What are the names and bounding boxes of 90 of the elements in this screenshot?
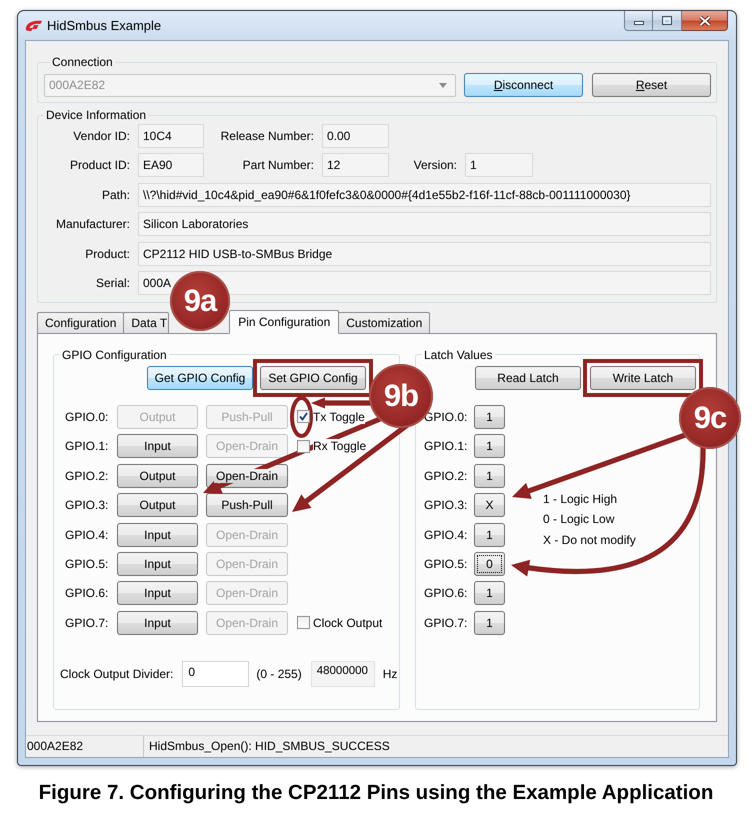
direction-button[interactable]: Input bbox=[117, 434, 198, 458]
command-button[interactable]: Set GPIO Config bbox=[260, 366, 366, 390]
read-only-field: 48000000 bbox=[310, 660, 375, 687]
close-button[interactable] bbox=[682, 11, 728, 31]
pin-label: GPIO.7: bbox=[65, 616, 110, 630]
caret-icon bbox=[439, 82, 447, 88]
field-label: Manufacturer: bbox=[54, 216, 131, 234]
pin-label: GPIO.4: bbox=[65, 528, 110, 542]
latch-value-button[interactable]: 1 bbox=[474, 581, 505, 606]
field-label: Release Number: bbox=[220, 128, 315, 145]
pin-label: GPIO.4: bbox=[424, 528, 468, 542]
pin-label: GPIO.1: bbox=[65, 439, 110, 454]
unit-text: Hz bbox=[382, 666, 398, 681]
read-only-field: 1 bbox=[465, 153, 533, 178]
checkbox-label: Tx Toggle bbox=[313, 410, 365, 424]
pin-label: GPIO.5: bbox=[65, 556, 110, 571]
tab[interactable]: Pin Configuration bbox=[229, 310, 340, 334]
direction-button[interactable]: Output bbox=[117, 493, 198, 518]
latch-value-button[interactable]: 1 bbox=[474, 464, 505, 488]
field-label: Vendor ID: bbox=[72, 128, 131, 145]
pin-label: GPIO.7: bbox=[424, 616, 468, 630]
command-button[interactable]: Write Latch bbox=[590, 366, 696, 390]
latch-value-button[interactable]: X bbox=[474, 493, 505, 518]
command-button[interactable]: Read Latch bbox=[475, 366, 581, 390]
maximize-button[interactable] bbox=[653, 11, 682, 31]
direction-button[interactable]: Input bbox=[117, 522, 198, 547]
field-label: Product ID: bbox=[68, 157, 131, 174]
latch-value-button[interactable]: 1 bbox=[474, 610, 505, 635]
checkbox[interactable] bbox=[297, 440, 310, 453]
read-only-field: 12 bbox=[322, 153, 389, 178]
check-icon bbox=[299, 412, 308, 422]
read-only-field: CP2112 HID USB-to-SMBus Bridge bbox=[138, 242, 711, 266]
tab[interactable]: Customization bbox=[338, 312, 430, 334]
pin-label: GPIO.2: bbox=[424, 468, 468, 483]
pin-label: GPIO.2: bbox=[65, 468, 110, 483]
tab[interactable]: Configuration bbox=[37, 312, 124, 334]
status-device: 000A2E82 bbox=[26, 736, 144, 757]
legend-text: X - Do not modify bbox=[543, 532, 636, 547]
pin-label: GPIO.3: bbox=[65, 498, 110, 512]
pin-label: GPIO.5: bbox=[424, 556, 468, 571]
logo-icon bbox=[25, 20, 43, 32]
command-button[interactable]: Disconnect bbox=[464, 73, 583, 97]
pin-label: GPIO.0: bbox=[65, 410, 110, 424]
legend-text: 0 - Logic Low bbox=[543, 512, 614, 526]
legend-text: 1 - Logic High bbox=[543, 492, 618, 506]
field-label: Serial: bbox=[94, 274, 131, 292]
range-text: (0 - 255) bbox=[256, 666, 302, 681]
checkbox-label: Rx Toggle bbox=[313, 439, 366, 454]
checkbox[interactable] bbox=[297, 616, 310, 630]
command-button[interactable]: Reset bbox=[592, 73, 711, 97]
read-only-field: 10C4 bbox=[138, 124, 204, 148]
status-message: HidSmbus_Open(): HID_SMBUS_SUCCESS bbox=[148, 739, 390, 754]
field-label: Clock Output Divider: bbox=[60, 666, 174, 681]
latch-value-button[interactable]: 1 bbox=[474, 522, 505, 547]
read-only-field: \\?\hid#vid_10c4&pid_ea90#6&1f0fefc3&0&0000#{4d1e55b2-f16f-11cf-88cb-001111000030} bbox=[138, 182, 711, 207]
direction-button[interactable]: Output bbox=[117, 464, 198, 488]
field-label: Part Number: bbox=[242, 157, 315, 174]
direction-button[interactable]: Input bbox=[117, 552, 198, 576]
group-title: GPIO Configuration bbox=[61, 348, 168, 362]
drive-mode-button[interactable]: Push-Pull bbox=[206, 493, 288, 518]
minimize-icon bbox=[634, 21, 644, 25]
close-icon bbox=[698, 16, 710, 26]
checkbox-label: Clock Output bbox=[313, 616, 382, 630]
pin-label: GPIO.1: bbox=[424, 439, 468, 454]
field-label: Path: bbox=[100, 186, 131, 204]
latch-value-button[interactable]: 1 bbox=[474, 434, 505, 458]
field-label: Product: bbox=[84, 246, 131, 263]
figure-caption: Figure 7. Configuring the CP2112 Pins using the Example Application bbox=[38, 782, 714, 804]
drive-mode-button[interactable]: Open-Drain bbox=[206, 464, 288, 488]
tab[interactable]: Data T bbox=[123, 312, 170, 334]
maximize-icon bbox=[662, 16, 672, 25]
read-only-field: EA90 bbox=[138, 153, 204, 178]
checkbox[interactable] bbox=[297, 410, 310, 424]
group-title: Latch Values bbox=[423, 348, 494, 362]
latch-value-button[interactable]: 1 bbox=[474, 404, 505, 429]
read-only-field: 0.00 bbox=[322, 124, 389, 148]
pin-label: GPIO.6: bbox=[65, 586, 110, 600]
command-button[interactable]: Get GPIO Config bbox=[147, 366, 253, 390]
field-label: Version: bbox=[412, 157, 458, 174]
pin-label: GPIO.3: bbox=[424, 498, 468, 512]
minimize-button[interactable] bbox=[624, 11, 653, 31]
read-only-field: Silicon Laboratories bbox=[138, 212, 711, 236]
direction-button[interactable]: Input bbox=[117, 610, 198, 635]
input-field[interactable]: 0 bbox=[182, 660, 250, 687]
group-title: Connection bbox=[51, 55, 114, 69]
window-title: HidSmbus Example bbox=[47, 18, 162, 34]
direction-button[interactable]: Input bbox=[117, 581, 198, 606]
pin-label: GPIO.6: bbox=[424, 586, 468, 600]
latch-value-button[interactable]: 0 bbox=[474, 552, 505, 576]
group-title: Device Information bbox=[45, 108, 148, 122]
